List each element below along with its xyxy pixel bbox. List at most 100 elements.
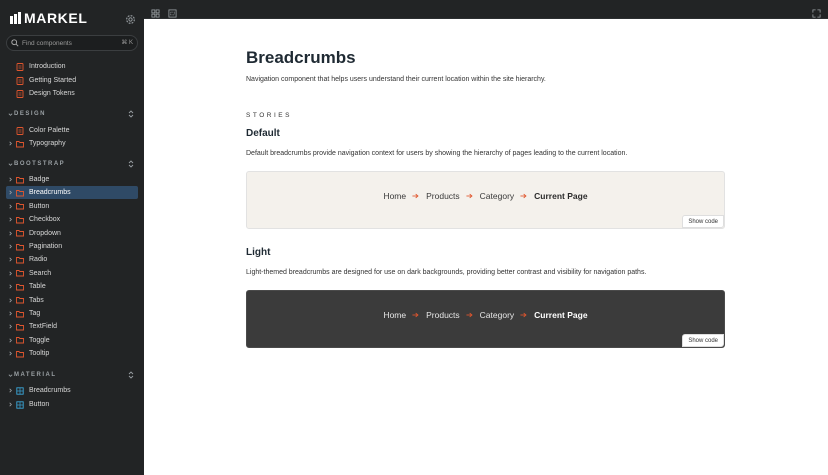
story-title-default: Default [246, 128, 280, 139]
section-header-bootstrap[interactable]: BOOTSTRAP [6, 158, 138, 170]
sidebar-item-tabs[interactable]: Tabs [6, 294, 138, 307]
folder-icon [16, 296, 25, 304]
sidebar-item-typography[interactable]: Typography [6, 137, 138, 150]
sidebar-item-getting-started[interactable]: Getting Started [6, 74, 138, 87]
sidebar-item-label: Search [29, 269, 52, 277]
section-header-design[interactable]: DESIGN [6, 108, 138, 120]
arrow-right-icon [412, 312, 420, 318]
breadcrumb-current: Current Page [534, 310, 588, 320]
chevron-right-icon [6, 231, 14, 236]
sidebar-item-badge[interactable]: Badge [6, 173, 138, 186]
arrow-right-icon [466, 193, 474, 199]
chevron-right-icon [6, 141, 14, 146]
story-title-light: Light [246, 247, 271, 258]
sidebar-item-label: Getting Started [29, 77, 77, 84]
chevron-right-icon [6, 204, 14, 209]
search-box[interactable]: ⌘ K [6, 35, 138, 51]
breadcrumb-current: Current Page [534, 191, 588, 201]
breadcrumb-link[interactable]: Home [383, 310, 406, 320]
sidebar-item-toggle[interactable]: Toggle [6, 334, 138, 347]
settings-gear-icon[interactable] [125, 12, 136, 24]
story-preview-default: Home Products Category Current Page Show co… [246, 171, 725, 229]
chevron-right-icon [6, 284, 14, 289]
chevron-right-icon [6, 351, 14, 356]
sidebar-item-label: Color Palette [29, 127, 70, 134]
sidebar-item-material-button[interactable]: Button [6, 398, 138, 411]
chevron-right-icon [6, 298, 14, 303]
folder-icon [16, 229, 25, 237]
sidebar-item-label: Badge [29, 176, 50, 183]
document-icon [16, 126, 25, 135]
show-code-button[interactable]: Show code [682, 334, 724, 347]
grid-view-icon[interactable] [151, 5, 160, 18]
story-description: Light-themed breadcrumbs are designed fo… [246, 269, 647, 276]
component-icon [16, 386, 25, 395]
brand-logo[interactable]: MARKEL [10, 10, 87, 26]
section-header-material[interactable]: MATERIAL [6, 369, 138, 381]
folder-icon [16, 140, 25, 148]
arrow-right-icon [520, 193, 528, 199]
sidebar-item-color-palette[interactable]: Color Palette [6, 124, 138, 137]
chevron-down-icon [6, 112, 14, 117]
sidebar-item-label: Introduction [29, 63, 66, 70]
sidebar-item-radio[interactable]: Radio [6, 253, 138, 266]
sidebar-item-textfield[interactable]: TextField [6, 320, 138, 333]
folder-icon [16, 269, 25, 277]
sidebar-item-introduction[interactable]: Introduction [6, 60, 138, 73]
sidebar-item-label: Breadcrumbs [29, 189, 71, 197]
chevron-right-icon [6, 257, 14, 262]
story-description: Default breadcrumbs provide navigation c… [246, 150, 628, 157]
breadcrumb-link[interactable]: Home [383, 191, 406, 201]
sidebar-item-breadcrumbs[interactable]: Breadcrumbs [6, 186, 138, 200]
section-title: BOOTSTRAP [14, 161, 66, 167]
sidebar-item-tag[interactable]: Tag [6, 307, 138, 320]
chevron-right-icon [6, 190, 14, 195]
document-icon [16, 89, 25, 98]
sidebar-item-design-tokens[interactable]: Design Tokens [6, 87, 138, 100]
breadcrumb-link[interactable]: Products [426, 191, 460, 201]
folder-icon [16, 176, 25, 184]
sidebar-item-label: Checkbox [29, 216, 61, 224]
sidebar-item-label: Table [29, 283, 46, 291]
breadcrumb-link[interactable]: Category [480, 310, 515, 320]
breadcrumb-link[interactable]: Products [426, 310, 460, 320]
expand-collapse-icon[interactable] [128, 160, 134, 168]
chevron-right-icon [6, 388, 14, 393]
section-title: MATERIAL [14, 372, 57, 378]
fullscreen-icon[interactable] [812, 5, 821, 18]
chevron-right-icon [6, 177, 14, 182]
docs-content: Breadcrumbs Navigation component that he… [144, 19, 828, 475]
sidebar-item-label: Radio [29, 256, 48, 264]
chevron-right-icon [6, 311, 14, 316]
breadcrumb: Home Products Category Current Page [247, 191, 724, 201]
sidebar-item-dropdown[interactable]: Dropdown [6, 227, 138, 240]
breadcrumb: Home Products Category Current Page [247, 310, 724, 320]
stories-heading: STORIES [246, 112, 292, 119]
folder-icon [16, 243, 25, 251]
expand-collapse-icon[interactable] [128, 110, 134, 118]
outline-icon[interactable] [168, 5, 177, 18]
search-input[interactable] [22, 39, 117, 47]
sidebar: MARKEL ⌘ K Introduction Getting Started … [0, 0, 144, 475]
sidebar-item-table[interactable]: Table [6, 280, 138, 293]
chevron-down-icon [6, 162, 14, 167]
search-icon [11, 39, 19, 47]
arrow-right-icon [412, 193, 420, 199]
chevron-right-icon [6, 324, 14, 329]
sidebar-item-material-breadcrumbs[interactable]: Breadcrumbs [6, 384, 138, 397]
folder-icon [16, 202, 25, 210]
sidebar-item-search[interactable]: Search [6, 267, 138, 280]
expand-collapse-icon[interactable] [128, 371, 134, 379]
chevron-right-icon [6, 244, 14, 249]
sidebar-item-button[interactable]: Button [6, 200, 138, 213]
chevron-down-icon [6, 373, 14, 378]
folder-icon [16, 336, 25, 344]
show-code-button[interactable]: Show code [682, 215, 724, 228]
toolbar [144, 0, 828, 19]
sidebar-item-tooltip[interactable]: Tooltip [6, 347, 138, 360]
chevron-right-icon [6, 217, 14, 222]
sidebar-item-label: Tabs [29, 296, 44, 304]
breadcrumb-link[interactable]: Category [480, 191, 515, 201]
sidebar-item-pagination[interactable]: Pagination [6, 240, 138, 253]
sidebar-item-checkbox[interactable]: Checkbox [6, 213, 138, 226]
